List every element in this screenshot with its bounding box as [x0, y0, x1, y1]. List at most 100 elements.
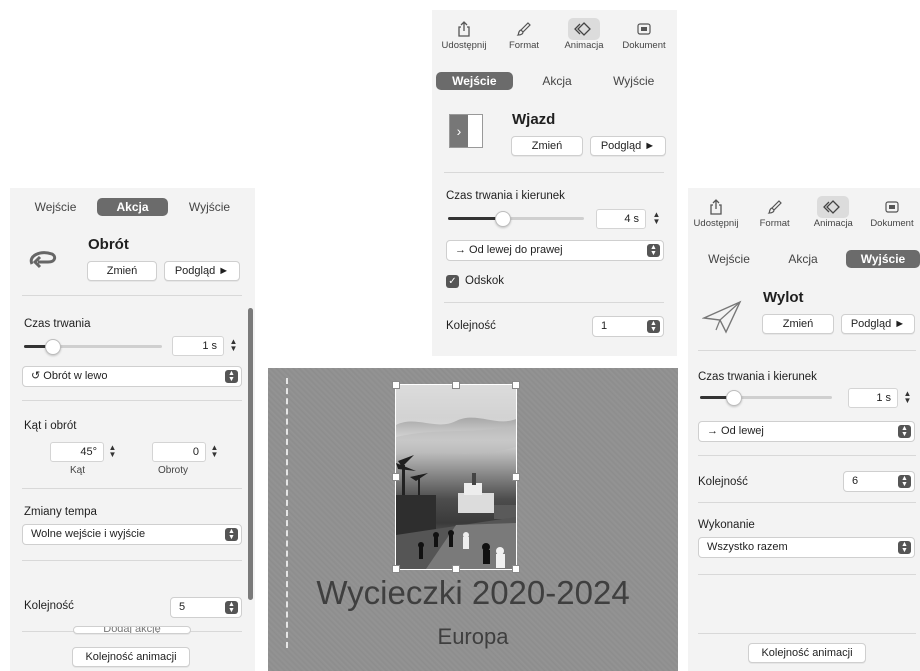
toolbar-share[interactable]: Udostępnij: [436, 18, 492, 51]
tab-akcja[interactable]: Akcja: [97, 198, 168, 216]
bounce-label: Odskok: [465, 275, 504, 287]
chevron-updown-icon: ▲ ▼: [225, 601, 238, 614]
selection-handle[interactable]: [512, 565, 520, 573]
left-tabs: Wejście Akcja Wyjście: [20, 198, 245, 216]
order-label: Kolejność: [24, 600, 74, 612]
animation-diamond-icon: [574, 22, 591, 36]
right-toolbar: Udostępnij Format Animacja Dokument: [688, 196, 920, 229]
rotate-ccw-icon: ↺: [31, 370, 44, 382]
duration-label: Czas trwania i kierunek: [698, 371, 817, 383]
tab-akcja[interactable]: Akcja: [519, 72, 596, 90]
tab-wejscie[interactable]: Wejście: [692, 250, 766, 268]
order-select[interactable]: 5 ▲ ▼: [170, 597, 242, 618]
toolbar-format[interactable]: Format: [496, 18, 552, 51]
top-toolbar: Udostępnij Format Animacja Dokument: [436, 18, 672, 51]
rotate-arrow-icon: [29, 251, 57, 269]
chevron-updown-icon: ▲ ▼: [647, 320, 660, 333]
preview-button[interactable]: Podgląd ►: [164, 261, 240, 281]
animation-order-button[interactable]: Kolejność animacji: [72, 647, 190, 667]
duration-field[interactable]: 1 s: [848, 388, 898, 408]
order-select[interactable]: 6 ▲ ▼: [843, 471, 915, 492]
slide-subtitle[interactable]: Europa: [268, 624, 678, 650]
animation-diamond-icon: [823, 200, 841, 214]
duration-field[interactable]: 4 s: [596, 209, 646, 229]
tempo-label: Zmiany tempa: [24, 506, 97, 518]
direction-select[interactable]: → Od lewej do prawej ▲ ▼: [446, 240, 664, 261]
duration-label: Czas trwania i kierunek: [446, 190, 565, 202]
selection-handle[interactable]: [452, 565, 460, 573]
order-select[interactable]: 1 ▲ ▼: [592, 316, 664, 337]
paper-plane-icon: [702, 300, 742, 334]
angle-caption: Kąt: [70, 465, 86, 476]
angle-field[interactable]: 45°: [50, 442, 104, 462]
slider-knob[interactable]: [44, 339, 61, 355]
divider: [698, 455, 916, 456]
slide-title[interactable]: Wycieczki 2020-2024: [268, 574, 678, 612]
photo-content: [396, 385, 516, 569]
preview-button[interactable]: Podgląd ►: [590, 136, 666, 156]
duration-stepper[interactable]: ▲ ▼: [229, 338, 238, 353]
divider: [22, 400, 242, 401]
tempo-select[interactable]: Wolne wejście i wyjście ▲ ▼: [22, 524, 242, 545]
share-icon: [710, 199, 722, 215]
rotations-field[interactable]: 0: [152, 442, 206, 462]
slide-photo[interactable]: [395, 384, 517, 570]
duration-slider[interactable]: [700, 390, 832, 406]
change-button[interactable]: Zmień: [511, 136, 583, 156]
toolbar-document[interactable]: Dokument: [864, 196, 920, 229]
toolbar-share[interactable]: Udostępnij: [688, 196, 744, 229]
animation-order-button[interactable]: Kolejność animacji: [748, 643, 866, 663]
execution-select[interactable]: Wszystko razem ▲ ▼: [698, 537, 915, 558]
slider-knob[interactable]: [726, 390, 742, 406]
right-inspector-panel: Udostępnij Format Animacja Dokument Wejś…: [688, 188, 920, 671]
selection-handle[interactable]: [512, 381, 520, 389]
tab-akcja[interactable]: Akcja: [766, 250, 840, 268]
divider: [698, 350, 916, 351]
chevron-updown-icon: ▲ ▼: [225, 528, 238, 541]
selection-handle[interactable]: [392, 473, 400, 481]
scrollbar[interactable]: [248, 308, 253, 600]
change-button[interactable]: Zmień: [87, 261, 157, 281]
direction-select[interactable]: ↺ Obrót w lewo ▲ ▼: [22, 366, 242, 387]
toolbar-animation[interactable]: Animacja: [556, 18, 612, 51]
preview-button[interactable]: Podgląd ►: [841, 314, 915, 334]
selection-handle[interactable]: [452, 381, 460, 389]
divider: [698, 574, 916, 575]
slider-knob[interactable]: [495, 211, 512, 227]
duration-field[interactable]: 1 s: [172, 336, 224, 356]
divider: [698, 633, 916, 634]
angle-stepper[interactable]: ▲ ▼: [108, 444, 117, 459]
format-brush-icon: [767, 200, 782, 214]
selection-handle[interactable]: [392, 381, 400, 389]
rotations-stepper[interactable]: ▲ ▼: [210, 444, 219, 459]
toolbar-animation[interactable]: Animacja: [805, 196, 861, 229]
chevron-updown-icon: ▲ ▼: [898, 541, 911, 554]
duration-slider[interactable]: [448, 211, 584, 227]
direction-select[interactable]: → Od lewej ▲ ▼: [698, 421, 915, 442]
right-tabs: Wejście Akcja Wyjście: [692, 250, 920, 268]
add-action-button[interactable]: Dodaj akcję: [73, 626, 191, 634]
chevron-updown-icon: ▲ ▼: [898, 475, 911, 488]
document-icon: [637, 23, 651, 35]
tab-wejscie[interactable]: Wejście: [436, 72, 513, 90]
tab-wyjscie[interactable]: Wyjście: [846, 250, 920, 268]
toolbar-document[interactable]: Dokument: [616, 18, 672, 51]
duration-slider[interactable]: [24, 339, 162, 355]
change-button[interactable]: Zmień: [762, 314, 834, 334]
selection-handle[interactable]: [392, 565, 400, 573]
format-brush-icon: [516, 22, 531, 36]
tab-wejscie[interactable]: Wejście: [20, 198, 91, 216]
selection-handle[interactable]: [512, 473, 520, 481]
effect-title: Wjazd: [512, 111, 556, 128]
bounce-checkbox[interactable]: ✓: [446, 275, 459, 288]
tab-wyjscie[interactable]: Wyjście: [174, 198, 245, 216]
duration-stepper[interactable]: ▲ ▼: [652, 211, 661, 226]
left-inspector-panel: Wejście Akcja Wyjście Obrót Zmień Podglą…: [10, 188, 255, 671]
divider: [22, 560, 242, 561]
slide-canvas[interactable]: Wycieczki 2020-2024 Europa: [268, 368, 678, 671]
toolbar-format[interactable]: Format: [747, 196, 803, 229]
divider: [22, 295, 242, 296]
effect-title: Obrót: [88, 236, 129, 253]
duration-stepper[interactable]: ▲ ▼: [903, 390, 912, 405]
tab-wyjscie[interactable]: Wyjście: [595, 72, 672, 90]
